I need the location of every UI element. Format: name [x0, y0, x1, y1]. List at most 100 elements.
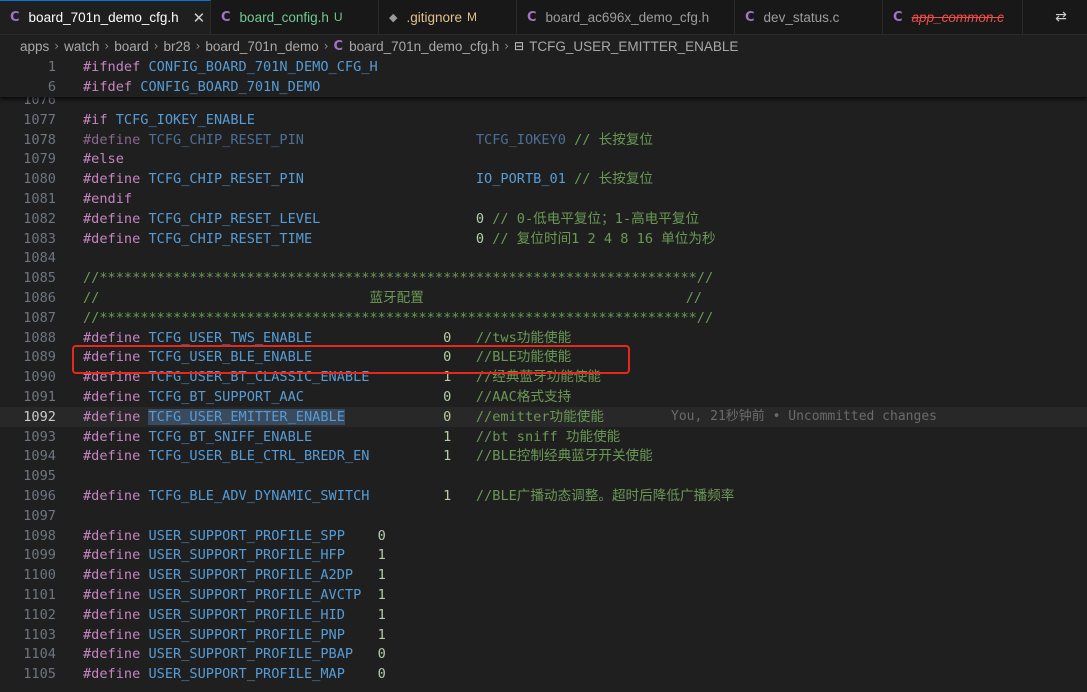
code-text: #define USER_SUPPORT_PROFILE_HFP 1: [83, 545, 386, 565]
chevron-right-icon: ›: [195, 39, 201, 53]
preprocessor-keyword: #define: [83, 626, 141, 643]
preprocessor-keyword: #define: [83, 448, 141, 465]
code-line[interactable]: 1087 //**********************************…: [0, 308, 1087, 328]
code-line[interactable]: 1100 #define USER_SUPPORT_PROFILE_A2DP 1: [0, 565, 1087, 585]
preprocessor-keyword: #define: [83, 646, 141, 663]
tab--gitignore[interactable]: ◆ .gitignore M: [379, 0, 517, 34]
code-text: #define TCFG_BT_SUPPORT_AAC 0 //AAC格式支持: [83, 387, 571, 407]
code-line[interactable]: 1095: [0, 466, 1087, 486]
line-number: 1077: [23, 111, 56, 128]
tab-label: app_common.c: [911, 9, 1004, 25]
preprocessor-keyword: #define: [83, 131, 141, 148]
code-line[interactable]: 1104 #define USER_SUPPORT_PROFILE_PBAP 0: [0, 644, 1087, 664]
chevron-right-icon: ›: [54, 39, 60, 53]
macro-value: 0: [443, 389, 452, 405]
comment-text: // 长按复位: [574, 131, 654, 148]
c-file-icon: C: [527, 9, 537, 25]
c-file-icon: C: [745, 9, 755, 25]
macro-name: TCFG_USER_BLE_CTRL_BREDR_EN: [148, 448, 370, 465]
macro-value: 1: [443, 488, 452, 504]
code-line[interactable]: 1092 #define TCFG_USER_EMITTER_ENABLE 0 /…: [0, 406, 1087, 427]
breadcrumb-item[interactable]: apps: [20, 39, 49, 54]
line-number: 1088: [23, 329, 56, 346]
close-icon[interactable]: ✕: [193, 9, 206, 27]
code-line[interactable]: 1101 #define USER_SUPPORT_PROFILE_AVCTP 1: [0, 585, 1087, 605]
tab-dev-status-c[interactable]: Cdev_status.c: [735, 0, 883, 34]
line-number: 1104: [23, 646, 56, 663]
comment-text: //经典蓝牙功能使能: [475, 369, 602, 386]
code-line[interactable]: 1081 #endif: [0, 189, 1087, 209]
chevron-right-icon: ›: [504, 39, 510, 53]
editor-tab-bar: Cboard_701n_demo_cfg.h ✕ Cboard_config.h U ◆…: [0, 0, 1087, 35]
macro-value: 1: [377, 547, 386, 564]
code-line[interactable]: 1097: [0, 506, 1087, 526]
preprocessor-keyword: #define: [83, 606, 141, 623]
sticky-line[interactable]: 6 #ifdef CONFIG_BOARD_701N_DEMO: [0, 77, 1087, 97]
macro-name: TCFG_USER_TWS_ENABLE: [148, 329, 313, 346]
line-number: 1098: [23, 527, 56, 544]
tab-app-common-c[interactable]: Capp_common.c: [883, 0, 1023, 34]
macro-value: 1: [377, 626, 386, 643]
vscode-window: Cboard_701n_demo_cfg.h ✕ Cboard_config.h U ◆…: [0, 0, 1087, 692]
code-line[interactable]: 1085 //**********************************…: [0, 268, 1087, 288]
breadcrumb-item[interactable]: TCFG_USER_EMITTER_ENABLE: [529, 39, 738, 54]
macro-name: USER_SUPPORT_PROFILE_PBAP: [148, 646, 354, 663]
code-line[interactable]: 1077 #if TCFG_IOKEY_ENABLE: [0, 110, 1087, 130]
code-line[interactable]: 1094 #define TCFG_USER_BLE_CTRL_BREDR_EN …: [0, 446, 1087, 466]
code-text: #define TCFG_USER_BLE_CTRL_BREDR_EN 1 //…: [83, 446, 653, 466]
git-status-badge: U: [333, 10, 343, 24]
preprocessor-keyword: #endif: [83, 191, 133, 207]
code-line[interactable]: 1103 #define USER_SUPPORT_PROFILE_PNP 1: [0, 625, 1087, 645]
compare-changes-icon[interactable]: ⇄: [1055, 9, 1067, 25]
macro-value: 0: [475, 230, 485, 247]
macro-name: TCFG_BT_SNIFF_ENABLE: [148, 428, 313, 445]
code-line[interactable]: 1091 #define TCFG_BT_SUPPORT_AAC 0 //AAC格…: [0, 387, 1087, 407]
preprocessor-keyword: #define: [83, 230, 141, 247]
line-number: 1103: [23, 626, 56, 643]
code-line[interactable]: 1099 #define USER_SUPPORT_PROFILE_HFP 1: [0, 545, 1087, 565]
code-line[interactable]: 1089 #define TCFG_USER_BLE_ENABLE 0 //BLE…: [0, 347, 1087, 367]
code-line[interactable]: 1102 #define USER_SUPPORT_PROFILE_HID 1: [0, 605, 1087, 625]
macro-name: USER_SUPPORT_PROFILE_MAP: [148, 666, 345, 683]
code-line[interactable]: 1105 #define USER_SUPPORT_PROFILE_MAP 0: [0, 664, 1087, 684]
code-editor[interactable]: 1 #ifndef CONFIG_BOARD_701N_DEMO_CFG_H 6 #i…: [0, 57, 1087, 692]
breadcrumb: apps › watch › board › br28 › board_701n_demo › Cb…: [0, 35, 1087, 57]
breadcrumb-item[interactable]: watch: [64, 39, 99, 54]
code-line[interactable]: 1090 #define TCFG_USER_BT_CLASSIC_ENABLE …: [0, 367, 1087, 387]
line-number: 1078: [23, 131, 56, 148]
line-number: 1094: [23, 448, 56, 465]
preprocessor-keyword: #else: [83, 151, 124, 168]
c-file-icon: C: [333, 38, 344, 54]
c-file-icon: C: [221, 9, 231, 25]
breadcrumb-item[interactable]: br28: [164, 39, 191, 54]
code-line[interactable]: 1083 #define TCFG_CHIP_RESET_TIME 0 // 复位…: [0, 229, 1087, 249]
tab-board-ac696x-demo-cfg-h[interactable]: Cboard_ac696x_demo_cfg.h: [517, 0, 735, 34]
tab-board-701n-demo-cfg-h[interactable]: Cboard_701n_demo_cfg.h ✕: [0, 0, 211, 34]
code-line[interactable]: 1086 // 蓝牙配置 //: [0, 288, 1087, 308]
comment-text: //BLE功能使能: [475, 349, 572, 366]
breadcrumb-item[interactable]: board_701n_demo: [205, 39, 318, 54]
tab-board-config-h[interactable]: Cboard_config.h U: [211, 0, 379, 34]
macro-name: TCFG_USER_EMITTER_ENABLE: [148, 408, 345, 425]
code-line[interactable]: 1098 #define USER_SUPPORT_PROFILE_SPP 0: [0, 526, 1087, 546]
breadcrumb-item[interactable]: board: [114, 39, 149, 54]
sticky-scroll-header[interactable]: 1 #ifndef CONFIG_BOARD_701N_DEMO_CFG_H 6 #i…: [0, 57, 1087, 97]
code-line[interactable]: 1084: [0, 248, 1087, 268]
code-text: #endif: [83, 189, 132, 209]
code-line[interactable]: 1093 #define TCFG_BT_SNIFF_ENABLE 1 //bt …: [0, 427, 1087, 447]
code-line[interactable]: 1080 #define TCFG_CHIP_RESET_PIN IO_PORTB…: [0, 169, 1087, 189]
line-number: 1105: [23, 666, 56, 683]
comment-text: //BLE控制经典蓝牙开关使能: [475, 448, 653, 465]
code-line[interactable]: 1096 #define TCFG_BLE_ADV_DYNAMIC_SWITCH …: [0, 486, 1087, 506]
code-line[interactable]: 1088 #define TCFG_USER_TWS_ENABLE 0 //tws…: [0, 328, 1087, 348]
macro-value: 1: [443, 448, 452, 465]
breadcrumb-item[interactable]: board_701n_demo_cfg.h: [349, 39, 499, 54]
code-line[interactable]: 1079 #else: [0, 149, 1087, 169]
preprocessor-keyword: #define: [83, 369, 141, 386]
sticky-line[interactable]: 1 #ifndef CONFIG_BOARD_701N_DEMO_CFG_H: [0, 57, 1087, 77]
line-number: 1084: [23, 250, 56, 267]
code-line[interactable]: 1078 #define TCFG_CHIP_RESET_PIN TCFG_IOK…: [0, 130, 1087, 150]
code-line[interactable]: 1082 #define TCFG_CHIP_RESET_LEVEL 0 // 0…: [0, 209, 1087, 229]
macro-name: CONFIG_BOARD_701N_DEMO_CFG_H: [148, 59, 378, 75]
preprocessor-keyword: #define: [83, 567, 141, 584]
